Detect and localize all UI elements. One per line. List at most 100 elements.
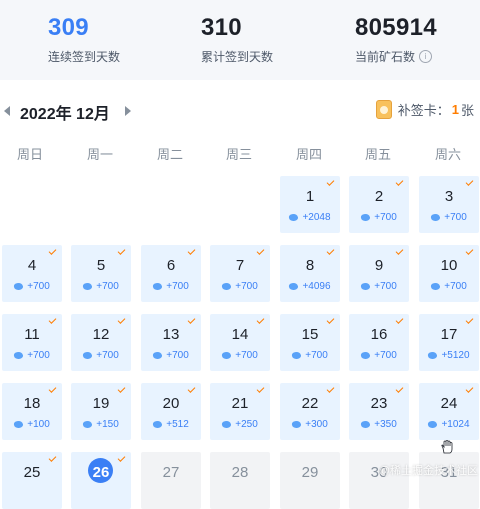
- day-reward: +700: [210, 350, 270, 361]
- calendar-day-cell[interactable]: 12 +700: [71, 314, 131, 371]
- day-reward: +700: [349, 350, 409, 361]
- calendar-day-cell[interactable]: 6 +700: [141, 245, 201, 302]
- stat-consecutive-days: 309 连续签到天数: [48, 14, 120, 65]
- weekday-tue: 周二: [156, 147, 183, 162]
- day-reward: +100: [2, 419, 62, 430]
- stat-total-label: 累计签到天数: [201, 50, 274, 64]
- makeup-card-info[interactable]: 补签卡： 1 张: [375, 100, 474, 119]
- ore-icon: [291, 351, 302, 360]
- day-number: 3: [444, 188, 454, 205]
- day-number: 11: [24, 326, 40, 343]
- calendar-day-cell[interactable]: 21 +250: [210, 383, 270, 440]
- day-number: 7: [235, 257, 245, 274]
- info-icon[interactable]: i: [419, 50, 433, 63]
- day-number: 23: [370, 395, 388, 412]
- checkmark-icon: [48, 454, 57, 462]
- day-number: 29: [301, 464, 319, 481]
- reward-amount: +700: [374, 212, 397, 223]
- reward-amount: +2048: [302, 212, 331, 223]
- checkmark-icon: [48, 247, 57, 255]
- checkmark-icon: [395, 178, 404, 186]
- calendar-day-cell[interactable]: 2 +700: [349, 176, 409, 233]
- calendar-day-cell[interactable]: 8 +4096: [280, 245, 340, 302]
- checkmark-icon: [256, 316, 265, 324]
- calendar-day-cell[interactable]: 28: [210, 452, 270, 509]
- checkmark-icon: [465, 316, 474, 324]
- watermark: @稀土掘金技术社区: [378, 465, 478, 477]
- calendar-day-cell[interactable]: 13 +700: [141, 314, 201, 371]
- ore-icon: [430, 282, 441, 291]
- reward-amount: +4096: [302, 281, 331, 292]
- checkmark-icon: [465, 247, 474, 255]
- reward-amount: +150: [96, 419, 119, 430]
- checkmark-icon: [187, 247, 196, 255]
- ore-icon: [360, 420, 371, 429]
- calendar-day-cell[interactable]: 14 +700: [210, 314, 270, 371]
- calendar-day-cell[interactable]: 10 +700: [419, 245, 479, 302]
- calendar-day-cell[interactable]: 16 +700: [349, 314, 409, 371]
- day-reward: +700: [349, 212, 409, 223]
- ore-icon: [13, 282, 24, 291]
- reward-amount: +700: [235, 281, 258, 292]
- reward-amount: +700: [96, 281, 119, 292]
- reward-amount: +350: [374, 419, 397, 430]
- day-reward: +700: [141, 281, 201, 292]
- day-reward: +4096: [280, 281, 340, 292]
- stat-consecutive-value: 309: [48, 14, 89, 41]
- ore-icon: [360, 282, 371, 291]
- day-number: 12: [92, 326, 110, 343]
- calendar-day-cell[interactable]: 15 +700: [280, 314, 340, 371]
- ore-icon: [288, 282, 299, 291]
- ore-icon: [221, 282, 232, 291]
- weekday-mon: 周一: [86, 147, 113, 162]
- weekday-sun: 周日: [16, 147, 43, 162]
- ore-icon: [152, 282, 163, 291]
- calendar-day-cell[interactable]: 22 +300: [280, 383, 340, 440]
- calendar-day-cell[interactable]: 4 +700: [2, 245, 62, 302]
- day-reward: +700: [71, 350, 131, 361]
- ore-icon: [360, 213, 371, 222]
- calendar-day-cell[interactable]: 24 +1024: [419, 383, 479, 440]
- day-number: 8: [305, 257, 315, 274]
- ore-icon: [360, 351, 371, 360]
- checkmark-icon: [395, 316, 404, 324]
- calendar-day-cell[interactable]: 23 +350: [349, 383, 409, 440]
- checkmark-icon: [256, 385, 265, 393]
- reward-amount: +300: [305, 419, 328, 430]
- makeup-card-count: 1: [451, 102, 459, 117]
- checkmark-icon: [326, 247, 335, 255]
- day-number: 20: [162, 395, 180, 412]
- makeup-card-label: 补签卡：: [397, 103, 450, 118]
- calendar-day-cell[interactable]: 31: [419, 452, 479, 509]
- day-number: 24: [440, 395, 458, 412]
- stat-ore-label-row: 当前矿石数 i: [355, 48, 437, 65]
- day-number: 6: [166, 257, 176, 274]
- month-navigation: 2022年 12月 补签卡： 1 张: [0, 98, 480, 124]
- calendar-day-cell[interactable]: 26: [71, 452, 131, 509]
- calendar-day-cell[interactable]: 5 +700: [71, 245, 131, 302]
- calendar-day-cell[interactable]: 18 +100: [2, 383, 62, 440]
- stats-panel: 309 连续签到天数 310 累计签到天数 805914 当前矿石数 i: [0, 0, 480, 80]
- calendar-day-cell[interactable]: 25: [2, 452, 62, 509]
- stat-ore-value: 805914: [355, 14, 437, 41]
- calendar-day-cell[interactable]: 29: [280, 452, 340, 509]
- day-number: 18: [23, 395, 41, 412]
- makeup-card-unit: 张: [460, 103, 474, 118]
- calendar-day-cell[interactable]: 1 +2048: [280, 176, 340, 233]
- next-month-arrow-icon[interactable]: [125, 106, 131, 116]
- calendar-day-cell[interactable]: 20 +512: [141, 383, 201, 440]
- calendar-day-cell[interactable]: 30: [349, 452, 409, 509]
- reward-amount: +250: [235, 419, 258, 430]
- calendar-day-cell[interactable]: 27: [141, 452, 201, 509]
- prev-month-arrow-icon[interactable]: [4, 106, 10, 116]
- calendar-day-cell[interactable]: 3 +700: [419, 176, 479, 233]
- calendar-day-cell[interactable]: 11 +700: [2, 314, 62, 371]
- calendar-day-cell[interactable]: 17 +5120: [419, 314, 479, 371]
- reward-amount: +700: [235, 350, 258, 361]
- calendar-day-cell[interactable]: 9 +700: [349, 245, 409, 302]
- day-number: 25: [23, 464, 41, 481]
- calendar-day-cell[interactable]: 19 +150: [71, 383, 131, 440]
- hand-cursor-icon: [441, 440, 453, 454]
- day-number: 21: [231, 395, 249, 412]
- calendar-day-cell[interactable]: 7 +700: [210, 245, 270, 302]
